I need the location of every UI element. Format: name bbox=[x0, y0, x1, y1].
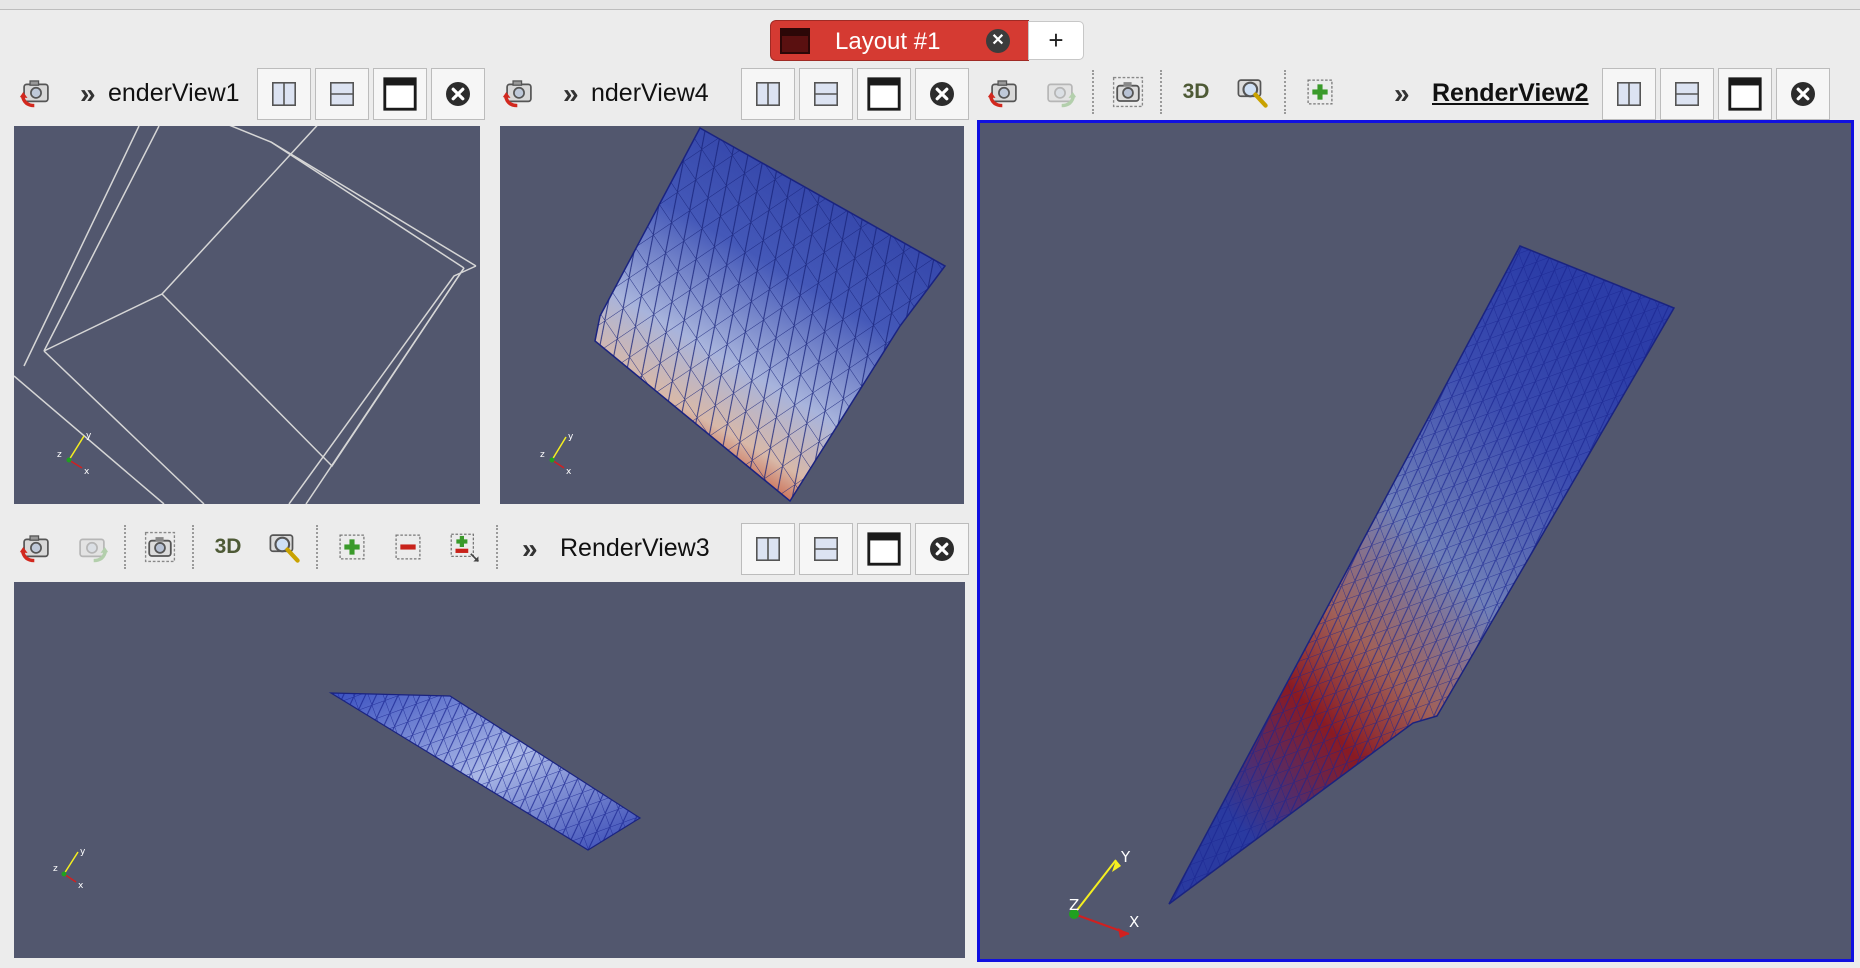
view-title[interactable]: RenderView3 bbox=[560, 534, 710, 563]
maximize-button[interactable] bbox=[857, 523, 911, 575]
overflow-chevron-icon[interactable]: » bbox=[563, 78, 578, 110]
render-view-1: » enderView1 y x z bbox=[8, 64, 492, 506]
view-title[interactable]: nderView4 bbox=[591, 79, 709, 108]
layout-tab-bar: Layout #1 ✕ + bbox=[0, 10, 1860, 60]
title-clip: » enderView1 bbox=[68, 64, 248, 120]
split-vertical-button[interactable] bbox=[799, 523, 853, 575]
toolbar-separator bbox=[192, 525, 194, 569]
capture-screenshot-icon[interactable] bbox=[138, 525, 182, 569]
orientation-axes: y x z bbox=[53, 847, 86, 891]
maximize-button[interactable] bbox=[1718, 68, 1772, 120]
zoom-in-icon[interactable] bbox=[1298, 70, 1342, 114]
render-canvas[interactable]: y x z bbox=[14, 582, 965, 958]
mesh-surface: Y X Z bbox=[1069, 245, 1676, 938]
render-view-3: 3D » RenderView3 y x z bbox=[8, 519, 975, 961]
reset-camera-icon[interactable] bbox=[14, 525, 58, 569]
axis-x-label: x bbox=[78, 881, 84, 891]
axis-x-label: x bbox=[84, 467, 90, 477]
render-view-2: 3D » RenderView2 Y X Z bbox=[977, 64, 1854, 962]
split-horizontal-button[interactable] bbox=[1602, 68, 1656, 120]
axis-y-label: y bbox=[80, 847, 86, 857]
redo-camera-icon[interactable] bbox=[1038, 70, 1082, 114]
zoom-out-icon[interactable] bbox=[386, 525, 430, 569]
overflow-chevron-icon[interactable]: » bbox=[522, 533, 537, 565]
view-title[interactable]: RenderView2 bbox=[1432, 79, 1589, 108]
toolbar-separator bbox=[496, 525, 498, 569]
wireframe-box: y x z bbox=[14, 126, 477, 504]
orientation-axes: y x z bbox=[57, 431, 92, 477]
maximize-button[interactable] bbox=[373, 68, 427, 120]
render-canvas[interactable]: y x z bbox=[14, 126, 480, 504]
split-horizontal-button[interactable] bbox=[257, 68, 311, 120]
capture-screenshot-icon[interactable] bbox=[1106, 70, 1150, 114]
split-horizontal-button[interactable] bbox=[741, 68, 795, 120]
split-vertical-button[interactable] bbox=[315, 68, 369, 120]
layout-tab-title: Layout #1 bbox=[835, 28, 941, 55]
close-view-button[interactable] bbox=[915, 523, 969, 575]
split-vertical-button[interactable] bbox=[1660, 68, 1714, 120]
split-horizontal-button[interactable] bbox=[741, 523, 795, 575]
axis-y-label: Y bbox=[1120, 848, 1131, 866]
toolbar-separator bbox=[316, 525, 318, 569]
orientation-axes: y x z bbox=[540, 432, 574, 477]
mesh-surface: y x z bbox=[53, 692, 642, 891]
axis-x-label: X bbox=[1129, 913, 1139, 931]
axis-z-label: Z bbox=[1069, 896, 1079, 914]
layout-tab[interactable]: Layout #1 ✕ bbox=[771, 21, 1028, 60]
view-title[interactable]: enderView1 bbox=[108, 79, 240, 108]
split-vertical-button[interactable] bbox=[799, 68, 853, 120]
reset-camera-icon[interactable] bbox=[982, 70, 1026, 114]
active-render-canvas[interactable]: Y X Z bbox=[977, 120, 1854, 962]
toolbar-separator bbox=[124, 525, 126, 569]
zoom-to-data-icon[interactable] bbox=[262, 525, 306, 569]
axis-y-label: y bbox=[86, 431, 92, 441]
close-icon[interactable]: ✕ bbox=[986, 29, 1010, 53]
zoom-in-icon[interactable] bbox=[330, 525, 374, 569]
axis-z-label: z bbox=[540, 450, 545, 460]
maximize-button[interactable] bbox=[857, 68, 911, 120]
axis-z-label: z bbox=[53, 864, 58, 874]
toolbar-separator bbox=[1284, 70, 1286, 114]
axis-z-label: z bbox=[57, 450, 62, 460]
redo-camera-icon[interactable] bbox=[70, 525, 114, 569]
mode-3d-button[interactable]: 3D bbox=[1174, 70, 1218, 114]
new-layout-tab-button[interactable]: + bbox=[1028, 21, 1084, 60]
mode-3d-button[interactable]: 3D bbox=[206, 525, 250, 569]
mesh-surface: y x z bbox=[540, 126, 947, 503]
render-view-1-toolbar: » enderView1 bbox=[8, 64, 492, 120]
close-view-button[interactable] bbox=[1776, 68, 1830, 120]
render-view-2-toolbar: 3D » RenderView2 bbox=[978, 64, 1854, 120]
axis-y-label: y bbox=[568, 432, 574, 442]
close-view-button[interactable] bbox=[431, 68, 485, 120]
window-top-strip bbox=[0, 0, 1860, 10]
reset-camera-icon[interactable] bbox=[14, 70, 58, 114]
axis-x-label: x bbox=[566, 467, 572, 477]
toolbar-separator bbox=[1160, 70, 1162, 114]
overflow-chevron-icon[interactable]: » bbox=[80, 78, 95, 110]
orientation-axes: Y X Z bbox=[1069, 848, 1139, 938]
overflow-chevron-icon[interactable]: » bbox=[1394, 78, 1409, 110]
zoom-to-data-icon[interactable] bbox=[1230, 70, 1274, 114]
zoom-closest-icon[interactable] bbox=[442, 525, 486, 569]
render-canvas[interactable]: y x z bbox=[500, 126, 964, 504]
layout-window-icon bbox=[780, 28, 810, 54]
render-view-4: » nderView4 y x z bbox=[493, 64, 975, 506]
render-view-4-toolbar: » nderView4 bbox=[493, 64, 975, 120]
title-clip: » nderView4 bbox=[551, 64, 731, 120]
close-view-button[interactable] bbox=[915, 68, 969, 120]
toolbar-separator bbox=[1092, 70, 1094, 114]
reset-camera-icon[interactable] bbox=[497, 70, 541, 114]
render-view-3-toolbar: 3D » RenderView3 bbox=[8, 519, 975, 575]
